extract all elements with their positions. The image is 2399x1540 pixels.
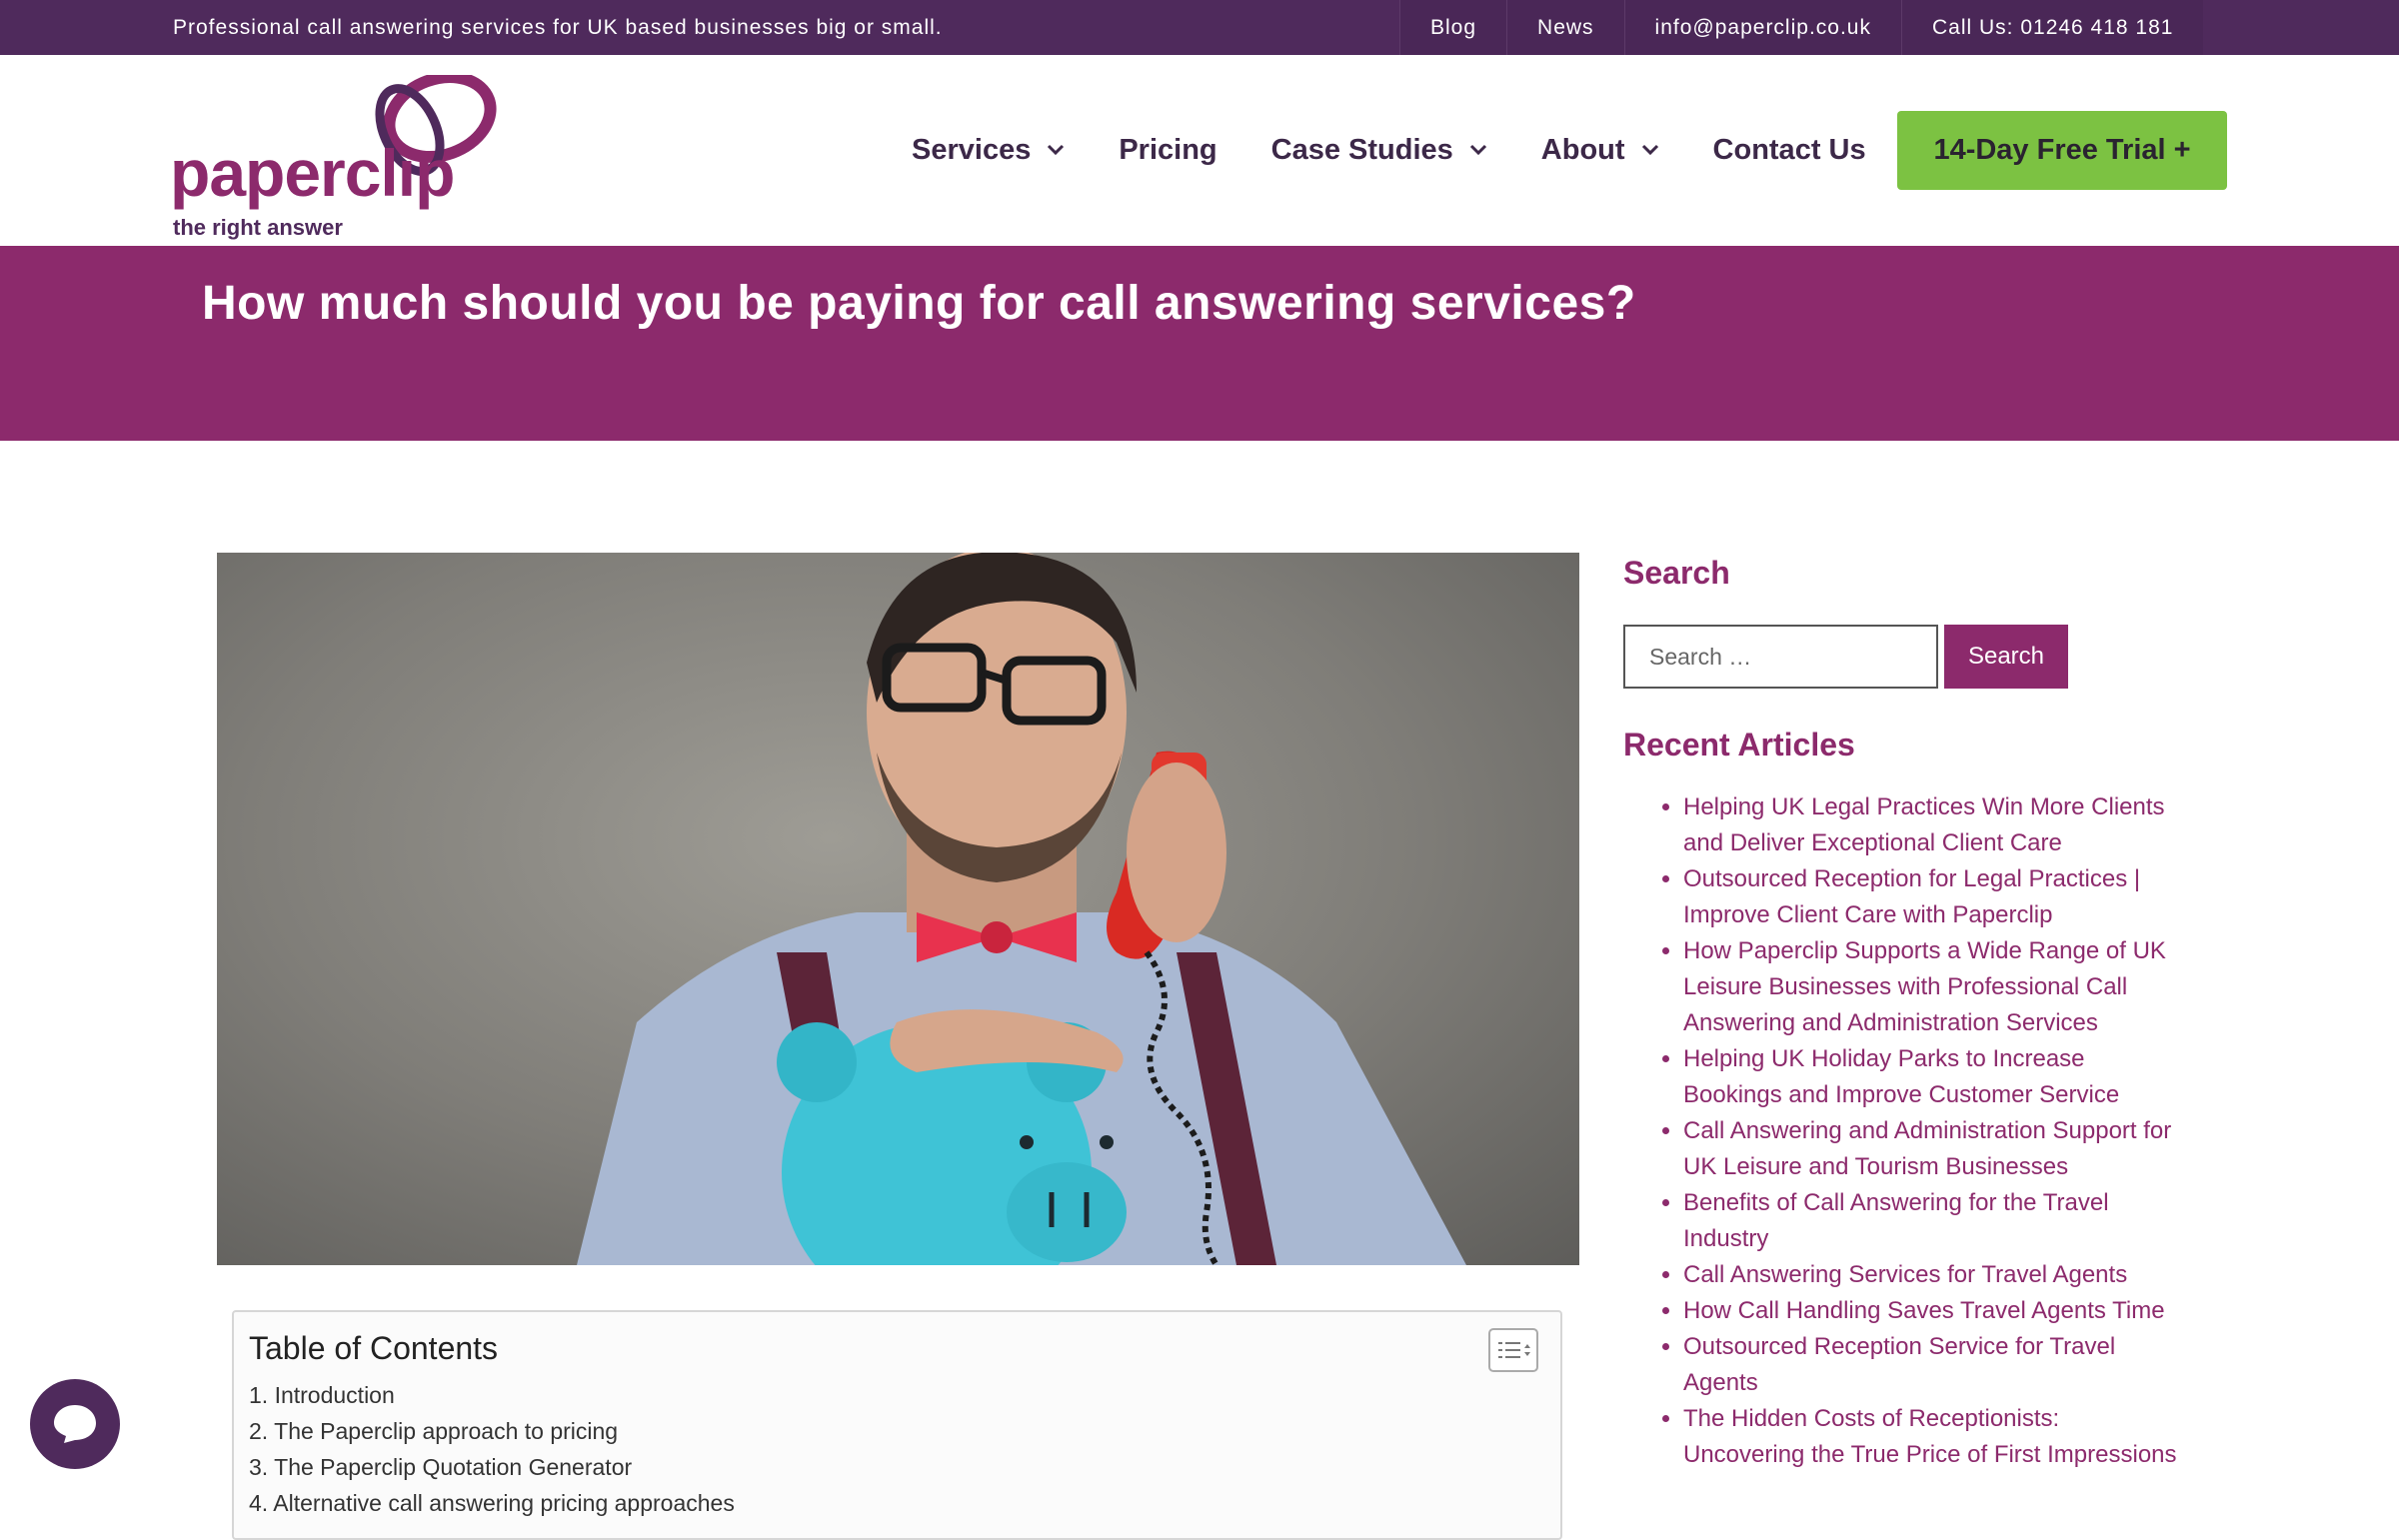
list-item: How Call Handling Saves Travel Agents Ti… bbox=[1683, 1293, 2183, 1329]
nav-about[interactable]: About bbox=[1541, 134, 1659, 167]
list-item: How Paperclip Supports a Wide Range of U… bbox=[1683, 933, 2183, 1041]
phone-link[interactable]: Call Us: 01246 418 181 bbox=[1900, 0, 2204, 55]
nav-pricing[interactable]: Pricing bbox=[1119, 134, 1216, 167]
recent-article-link[interactable]: Helping UK Legal Practices Win More Clie… bbox=[1683, 793, 2165, 856]
nav-services[interactable]: Services bbox=[912, 134, 1065, 167]
recent-article-link[interactable]: Call Answering Services for Travel Agent… bbox=[1683, 1261, 2127, 1288]
toc-item[interactable]: 2. The Paperclip approach to pricing bbox=[249, 1413, 735, 1449]
recent-articles-heading: Recent Articles bbox=[1623, 727, 1855, 763]
list-item: Helping UK Legal Practices Win More Clie… bbox=[1683, 789, 2183, 861]
nav-about-label: About bbox=[1540, 133, 1625, 166]
blog-link[interactable]: Blog bbox=[1399, 0, 1506, 55]
sidebar: Search Search Recent Articles Helping UK… bbox=[1623, 555, 2183, 1468]
featured-image bbox=[217, 553, 1579, 1265]
search-heading: Search bbox=[1623, 555, 1730, 591]
paperclip-logo[interactable]: paperclip the right answer bbox=[170, 75, 500, 240]
list-item: Benefits of Call Answering for the Trave… bbox=[1683, 1185, 2183, 1257]
nav-case-studies-label: Case Studies bbox=[1270, 133, 1453, 166]
list-item: Call Answering Services for Travel Agent… bbox=[1683, 1257, 2183, 1293]
toc-list: 1. Introduction 2. The Paperclip approac… bbox=[249, 1377, 735, 1521]
list-item: Helping UK Holiday Parks to Increase Boo… bbox=[1683, 1041, 2183, 1113]
chevron-down-icon bbox=[1469, 140, 1487, 161]
nav-pricing-label: Pricing bbox=[1119, 133, 1217, 166]
news-link[interactable]: News bbox=[1506, 0, 1624, 55]
logo-wordmark: paperclip bbox=[170, 136, 455, 210]
page-hero: How much should you be paying for call a… bbox=[0, 246, 2399, 441]
list-item: Outsourced Reception for Legal Practices… bbox=[1683, 861, 2183, 933]
chevron-down-icon bbox=[1047, 140, 1065, 161]
top-tagline: Professional call answering services for… bbox=[173, 16, 943, 39]
nav-case-studies[interactable]: Case Studies bbox=[1271, 134, 1487, 167]
recent-article-link[interactable]: Outsourced Reception for Legal Practices… bbox=[1683, 865, 2140, 928]
logo-tagline: the right answer bbox=[173, 215, 343, 240]
nav-services-label: Services bbox=[912, 133, 1032, 166]
recent-article-link[interactable]: Outsourced Reception Service for Travel … bbox=[1683, 1333, 2115, 1396]
list-item: The Hidden Costs of Receptionists: Uncov… bbox=[1683, 1401, 2183, 1473]
site-header: paperclip the right answer Services Pric… bbox=[0, 55, 2399, 246]
top-links: Blog News info@paperclip.co.uk Call Us: … bbox=[1399, 0, 2204, 55]
list-toggle-icon bbox=[1498, 1342, 1530, 1358]
chat-bubble-icon bbox=[54, 1405, 96, 1443]
toc-item[interactable]: 1. Introduction bbox=[249, 1377, 735, 1413]
toc-title: Table of Contents bbox=[249, 1330, 499, 1366]
recent-article-link[interactable]: How Call Handling Saves Travel Agents Ti… bbox=[1683, 1297, 2165, 1324]
table-of-contents: Table of Contents 1. Introduction 2. The… bbox=[232, 1310, 1562, 1540]
recent-article-link[interactable]: Call Answering and Administration Suppor… bbox=[1683, 1117, 2171, 1180]
chat-widget-button[interactable] bbox=[30, 1379, 120, 1469]
man-with-phone-and-piggy-bank-image bbox=[577, 553, 1466, 1265]
page-title: How much should you be paying for call a… bbox=[202, 277, 1636, 330]
recent-article-link[interactable]: How Paperclip Supports a Wide Range of U… bbox=[1683, 937, 2166, 1036]
list-item: Outsourced Reception Service for Travel … bbox=[1683, 1329, 2183, 1401]
main-nav: Services Pricing Case Studies About Cont… bbox=[912, 55, 1920, 245]
chevron-down-icon bbox=[1641, 140, 1659, 161]
recent-article-link[interactable]: Benefits of Call Answering for the Trave… bbox=[1683, 1189, 2109, 1252]
toc-item[interactable]: 3. The Paperclip Quotation Generator bbox=[249, 1449, 735, 1485]
toc-toggle-button[interactable] bbox=[1488, 1328, 1538, 1372]
email-link[interactable]: info@paperclip.co.uk bbox=[1623, 0, 1901, 55]
search-button[interactable]: Search bbox=[1944, 625, 2068, 689]
list-item: Call Answering and Administration Suppor… bbox=[1683, 1113, 2183, 1185]
recent-articles-list: Helping UK Legal Practices Win More Clie… bbox=[1623, 789, 2183, 1473]
free-trial-button[interactable]: 14-Day Free Trial + bbox=[1897, 111, 2227, 190]
nav-contact-label: Contact Us bbox=[1712, 133, 1866, 166]
recent-article-link[interactable]: The Hidden Costs of Receptionists: Uncov… bbox=[1683, 1405, 2177, 1468]
search-input[interactable] bbox=[1623, 625, 1938, 689]
nav-contact[interactable]: Contact Us bbox=[1713, 134, 1866, 167]
recent-article-link[interactable]: Helping UK Holiday Parks to Increase Boo… bbox=[1683, 1045, 2119, 1108]
top-bar: Professional call answering services for… bbox=[0, 0, 2399, 55]
toc-item[interactable]: 4. Alternative call answering pricing ap… bbox=[249, 1485, 735, 1521]
search-form: Search bbox=[1623, 625, 2068, 689]
